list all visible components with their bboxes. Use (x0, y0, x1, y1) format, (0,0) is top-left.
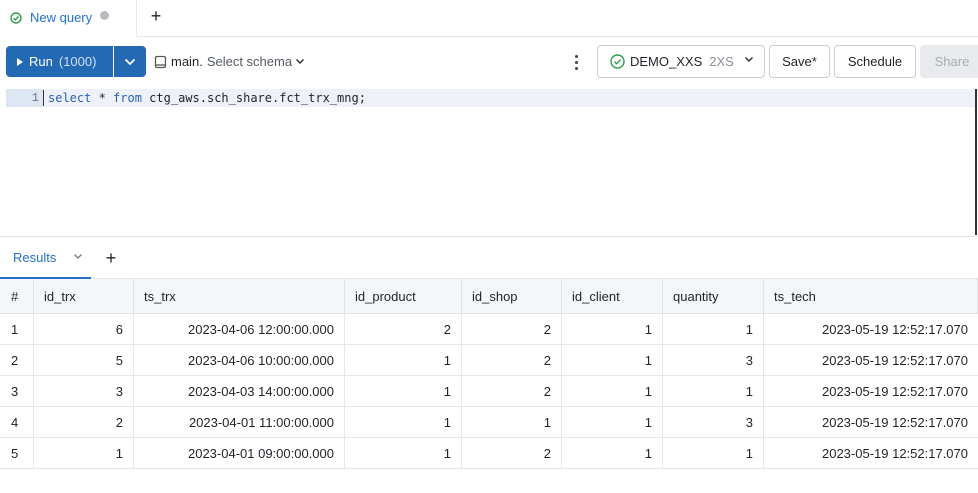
table-cell: 3 (663, 345, 764, 375)
save-button[interactable]: Save* (769, 45, 830, 78)
table-cell: 1 (462, 407, 562, 437)
table-cell: 2 (462, 345, 562, 375)
table-row[interactable]: 2 5 2023-04-06 10:00:00.000 1 2 1 3 2023… (0, 345, 978, 376)
table-cell: 1 (663, 314, 764, 344)
column-header[interactable]: # (0, 279, 34, 313)
column-header[interactable]: id_product (345, 279, 462, 313)
tab-results[interactable]: Results (0, 237, 91, 279)
warehouse-size: 2XS (709, 54, 734, 69)
table-cell: 2023-04-01 09:00:00.000 (134, 438, 345, 468)
table-cell: 2023-05-19 12:52:17.070 (821, 414, 968, 430)
tab-new-query[interactable]: New query (0, 0, 137, 37)
chevron-down-icon (744, 56, 754, 63)
add-tab-button[interactable]: + (146, 5, 166, 27)
column-header[interactable]: quantity (663, 279, 764, 313)
table-cell: 2 (345, 314, 462, 344)
sql-query-line[interactable]: select * from ctg_aws.sch_share.fct_trx_… (48, 89, 366, 107)
table-cell: 2023-04-03 14:00:00.000 (134, 376, 345, 406)
table-cell: 1 (562, 376, 663, 406)
table-cell: 3 (663, 407, 764, 437)
run-button[interactable]: Run (1000) (6, 46, 113, 77)
column-header[interactable]: id_shop (462, 279, 562, 313)
table-cell: 1 (663, 376, 764, 406)
results-table: # id_trx ts_trx id_product id_shop id_cl… (0, 279, 978, 469)
table-cell: 2023-04-01 11:00:00.000 (134, 407, 345, 437)
table-cell: 2 (0, 345, 34, 375)
more-options-button[interactable] (566, 51, 586, 73)
catalog-separator: . (199, 54, 203, 69)
warehouse-name: DEMO_XXS (630, 54, 703, 69)
editor-scrollbar[interactable] (975, 89, 977, 235)
table-cell: 5 (0, 438, 34, 468)
table-cell: 1 (663, 438, 764, 468)
table-cell: 2023-05-19 12:52:17.070 (821, 445, 968, 461)
table-row[interactable]: 1 6 2023-04-06 12:00:00.000 2 2 1 1 2023… (0, 314, 978, 345)
column-header[interactable]: id_trx (34, 279, 134, 313)
table-cell: 2 (34, 407, 134, 437)
schema-placeholder: Select schema (206, 54, 293, 69)
table-cell: 1 (562, 438, 663, 468)
schedule-button[interactable]: Schedule (834, 45, 916, 78)
table-cell: 2 (462, 438, 562, 468)
keyword-from: from (113, 91, 142, 105)
table-cell: 2023-05-19 12:52:17.070 (821, 352, 968, 368)
tab-label: New query (30, 10, 93, 25)
catalog-name: main (171, 54, 200, 69)
share-button[interactable]: Share (920, 45, 978, 78)
schema-selector[interactable]: main . Select schema (154, 46, 305, 77)
chevron-down-icon (296, 58, 305, 65)
table-cell: 2023-04-06 12:00:00.000 (134, 314, 345, 344)
column-header[interactable]: id_client (562, 279, 663, 313)
table-cell: 1 (562, 314, 663, 344)
table-cell: 1 (34, 438, 134, 468)
table-cell: 2 (462, 376, 562, 406)
table-row[interactable]: 5 1 2023-04-01 09:00:00.000 1 2 1 1 2023… (0, 438, 978, 469)
column-header[interactable]: ts_tech (764, 279, 978, 313)
chevron-down-icon[interactable] (73, 253, 83, 260)
table-row[interactable]: 4 2 2023-04-01 11:00:00.000 1 1 1 3 2023… (0, 407, 978, 438)
chevron-down-icon (124, 58, 136, 65)
sql-editor[interactable]: 1 select * from ctg_aws.sch_share.fct_tr… (0, 87, 978, 237)
table-cell: 1 (345, 345, 462, 375)
table-cell: 3 (34, 376, 134, 406)
results-tab-bar: Results + (0, 237, 978, 279)
table-cell: 1 (345, 376, 462, 406)
text-cursor (43, 90, 44, 106)
warehouse-selector[interactable]: DEMO_XXS 2XS (597, 45, 765, 78)
add-visualization-button[interactable]: + (101, 247, 121, 269)
status-ok-icon (610, 54, 625, 69)
table-cell: 2023-05-19 12:52:17.070 (821, 383, 968, 399)
query-tab-bar: New query + (0, 0, 978, 37)
table-cell: 1 (562, 407, 663, 437)
table-row[interactable]: 3 3 2023-04-03 14:00:00.000 1 2 1 1 2023… (0, 376, 978, 407)
table-cell: 2 (462, 314, 562, 344)
table-header-row: # id_trx ts_trx id_product id_shop id_cl… (0, 279, 978, 314)
table-cell: 1 (345, 438, 462, 468)
table-cell: 4 (0, 407, 34, 437)
check-circle-icon (10, 11, 22, 24)
run-options-dropdown[interactable] (114, 46, 146, 77)
play-icon (17, 57, 23, 66)
table-cell: 3 (0, 376, 34, 406)
results-tab-label: Results (13, 249, 57, 265)
line-number: 1 (6, 89, 43, 107)
run-limit: (1000) (58, 54, 97, 69)
query-toolbar: Run (1000) main . Select schema DEMO_XXS… (0, 37, 978, 87)
select-star: * (91, 91, 114, 105)
unsaved-dot-icon[interactable] (100, 11, 109, 20)
table-reference: ctg_aws.sch_share.fct_trx_mng; (141, 91, 366, 105)
database-icon (154, 55, 167, 68)
table-cell: 2023-04-06 10:00:00.000 (134, 345, 345, 375)
table-cell: 1 (562, 345, 663, 375)
column-header[interactable]: ts_trx (134, 279, 345, 313)
table-cell: 1 (345, 407, 462, 437)
run-label: Run (29, 54, 53, 69)
keyword-select: select (48, 91, 92, 105)
table-cell: 6 (34, 314, 134, 344)
table-cell: 5 (34, 345, 134, 375)
table-cell: 1 (0, 314, 34, 344)
table-cell: 2023-05-19 12:52:17.070 (821, 321, 968, 337)
